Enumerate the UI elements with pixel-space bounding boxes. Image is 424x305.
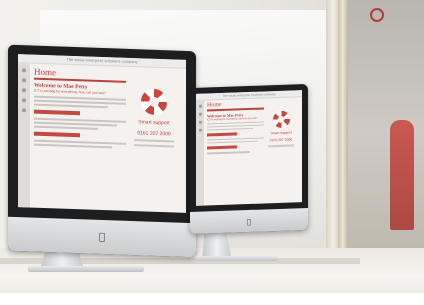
site-topbar: The social enterprise solutions company [196,90,302,101]
page-content: Home Welcome to Mae Petty ICT is excitin… [34,67,126,207]
rail-icon [22,88,26,93]
rail-icon [22,98,26,103]
apple-logo-icon:  [247,218,251,226]
monitor-small: The social enterprise solutions company … [190,83,308,235]
side-rail [18,62,30,208]
apple-logo-icon:  [99,232,105,243]
photo-scene: The social enterprise solutions company … [0,0,424,305]
photo-border [0,293,424,305]
monitor-base-small [196,256,278,261]
support-panel: Smart support 0161 207 2000 [128,88,180,148]
text-line [268,144,294,147]
page-content: Home Welcome to Mae Petty ICT is excitin… [207,100,264,202]
support-phone: 0161 207 2000 [269,137,293,143]
text-line [207,127,253,131]
monitor-base-large [28,266,144,272]
rail-icon [198,120,202,124]
monitor-chin:  [190,207,308,235]
support-label: Smart support [270,130,292,136]
text-line [34,143,113,149]
cta-button [34,131,80,138]
support-panel: Smart support 0161 207 2000 [264,110,298,147]
monitor-chin:  [8,216,196,258]
cta-button [207,145,237,150]
lifebuoy-icon [141,88,167,116]
rail-icon [22,78,26,83]
rail-icon [198,112,202,116]
wall-logo-icon [370,8,384,22]
lifebuoy-icon [272,110,290,129]
welcome-subtitle: ICT is exciting for everything, how can … [207,116,258,122]
screen-small: The social enterprise solutions company … [196,90,302,206]
text-line [134,144,174,148]
rail-icon [198,104,202,108]
pillar-shadow [338,0,348,262]
rail-icon [22,108,26,113]
text-line [134,139,174,143]
cta-button [207,132,237,137]
monitor-large: The social enterprise solutions company … [8,44,196,258]
text-line [34,103,108,109]
text-line [207,151,250,154]
cta-button [34,109,80,116]
rail-icon [198,128,202,132]
side-rail [196,99,204,206]
screen-large: The social enterprise solutions company … [18,54,186,213]
support-label: Smart support [138,119,170,127]
red-background-object [390,120,414,230]
support-phone: 0161 207 2000 [137,130,171,138]
text-line [207,140,259,144]
text-line [34,125,99,130]
rail-icon [22,68,26,73]
